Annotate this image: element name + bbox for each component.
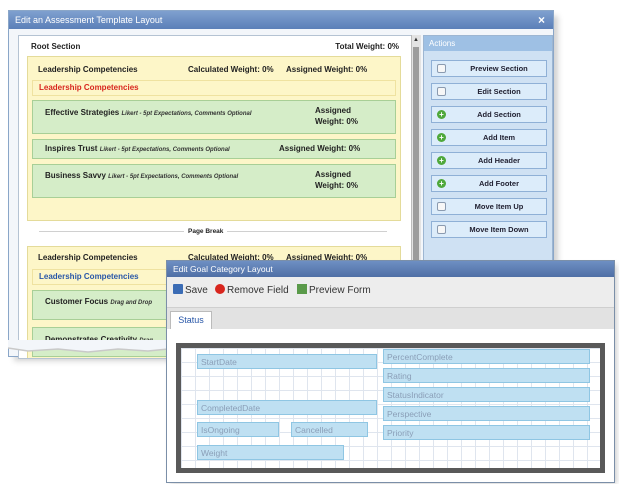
tab-bar: Status xyxy=(167,307,614,331)
add-section-button[interactable]: + Add Section xyxy=(431,106,547,123)
item-weight: Assigned xyxy=(315,170,352,179)
item-name: Effective Strategies xyxy=(45,108,120,117)
item-name: Business Savvy xyxy=(45,171,106,180)
item-desc: Drag and Drop xyxy=(110,300,153,306)
move-item-down-button[interactable]: Move Item Down xyxy=(431,221,547,238)
toolbar: Save Remove Field Preview Form xyxy=(167,279,614,301)
page-break-label: Page Break xyxy=(184,228,228,235)
field-weight[interactable]: Weight xyxy=(197,445,344,460)
item-weight: Assigned xyxy=(315,106,352,115)
item-name: Inspires Trust xyxy=(45,144,98,153)
field-cancelled[interactable]: Cancelled xyxy=(291,422,368,437)
assessment-window-title: Edit an Assessment Template Layout xyxy=(15,15,163,25)
section-header: Leadership Competencies xyxy=(39,83,139,92)
field-completeddate[interactable]: CompletedDate xyxy=(197,400,377,415)
assessment-window-titlebar: Edit an Assessment Template Layout × xyxy=(9,11,553,29)
section-header-bar[interactable]: Leadership Competencies xyxy=(32,80,396,96)
field-priority[interactable]: Priority xyxy=(383,425,590,440)
section-name: Leadership Competencies xyxy=(38,65,138,74)
save-button[interactable]: Save xyxy=(173,284,208,296)
add-icon: + xyxy=(437,156,446,165)
item-business-savvy[interactable]: Business Savvy Likert - 5pt Expectations… xyxy=(32,164,396,198)
add-icon: + xyxy=(437,179,446,188)
field-isongoing[interactable]: IsOngoing xyxy=(197,422,279,437)
section-name: Leadership Competencies xyxy=(38,253,138,262)
remove-icon xyxy=(215,284,225,294)
add-item-button[interactable]: + Add Item xyxy=(431,129,547,146)
item-name: Customer Focus xyxy=(45,297,109,306)
field-startdate[interactable]: StartDate xyxy=(197,354,377,369)
field-rating[interactable]: Rating xyxy=(383,368,590,383)
item-desc: Likert - 5pt Expectations, Comments Opti… xyxy=(99,147,230,153)
item-effective-strategies[interactable]: Effective Strategies Likert - 5pt Expect… xyxy=(32,100,396,134)
document-icon xyxy=(437,225,446,234)
total-weight: Total Weight: 0% xyxy=(335,42,399,51)
document-icon xyxy=(437,87,446,96)
document-icon xyxy=(437,64,446,73)
move-item-up-button[interactable]: Move Item Up xyxy=(431,198,547,215)
section-header: Leadership Competencies xyxy=(39,272,139,281)
add-header-button[interactable]: + Add Header xyxy=(431,152,547,169)
close-icon[interactable]: × xyxy=(538,11,545,29)
field-statusindicator[interactable]: StatusIndicator xyxy=(383,387,590,402)
layout-grid: StartDate PercentComplete Rating StatusI… xyxy=(181,348,600,468)
item-weight: Weight: 0% xyxy=(315,117,358,126)
add-icon: + xyxy=(437,110,446,119)
preview-form-button[interactable]: Preview Form xyxy=(297,284,371,296)
add-footer-button[interactable]: + Add Footer xyxy=(431,175,547,192)
add-icon: + xyxy=(437,133,446,142)
layout-canvas: StartDate PercentComplete Rating StatusI… xyxy=(176,343,605,473)
save-icon xyxy=(173,284,183,294)
item-desc: Likert - 5pt Expectations, Comments Opti… xyxy=(108,174,239,180)
item-weight: Assigned Weight: 0% xyxy=(279,144,361,153)
preview-icon xyxy=(297,284,307,294)
assigned-weight: Assigned Weight: 0% xyxy=(286,65,368,74)
document-icon xyxy=(437,202,446,211)
goal-category-window: Edit Goal Category Layout Save Remove Fi… xyxy=(166,260,615,483)
calculated-weight: Calculated Weight: 0% xyxy=(188,65,274,74)
section-leadership-competencies[interactable]: Leadership Competencies Calculated Weigh… xyxy=(27,56,401,221)
scroll-up-arrow-icon[interactable]: ▲ xyxy=(413,36,420,44)
field-perspective[interactable]: Perspective xyxy=(383,406,590,421)
item-desc: Likert - 5pt Expectations, Comments Opti… xyxy=(121,111,252,117)
edit-section-button[interactable]: Edit Section xyxy=(431,83,547,100)
root-section-label: Root Section xyxy=(31,42,81,51)
preview-section-button[interactable]: Preview Section xyxy=(431,60,547,77)
item-inspires-trust[interactable]: Inspires Trust Likert - 5pt Expectations… xyxy=(32,139,396,159)
actions-title: Actions xyxy=(424,36,552,51)
item-weight: Weight: 0% xyxy=(315,181,358,190)
goal-window-title: Edit Goal Category Layout xyxy=(167,261,614,277)
remove-field-button[interactable]: Remove Field xyxy=(215,284,289,296)
tab-status[interactable]: Status xyxy=(170,311,212,331)
field-percentcomplete[interactable]: PercentComplete xyxy=(383,349,590,364)
